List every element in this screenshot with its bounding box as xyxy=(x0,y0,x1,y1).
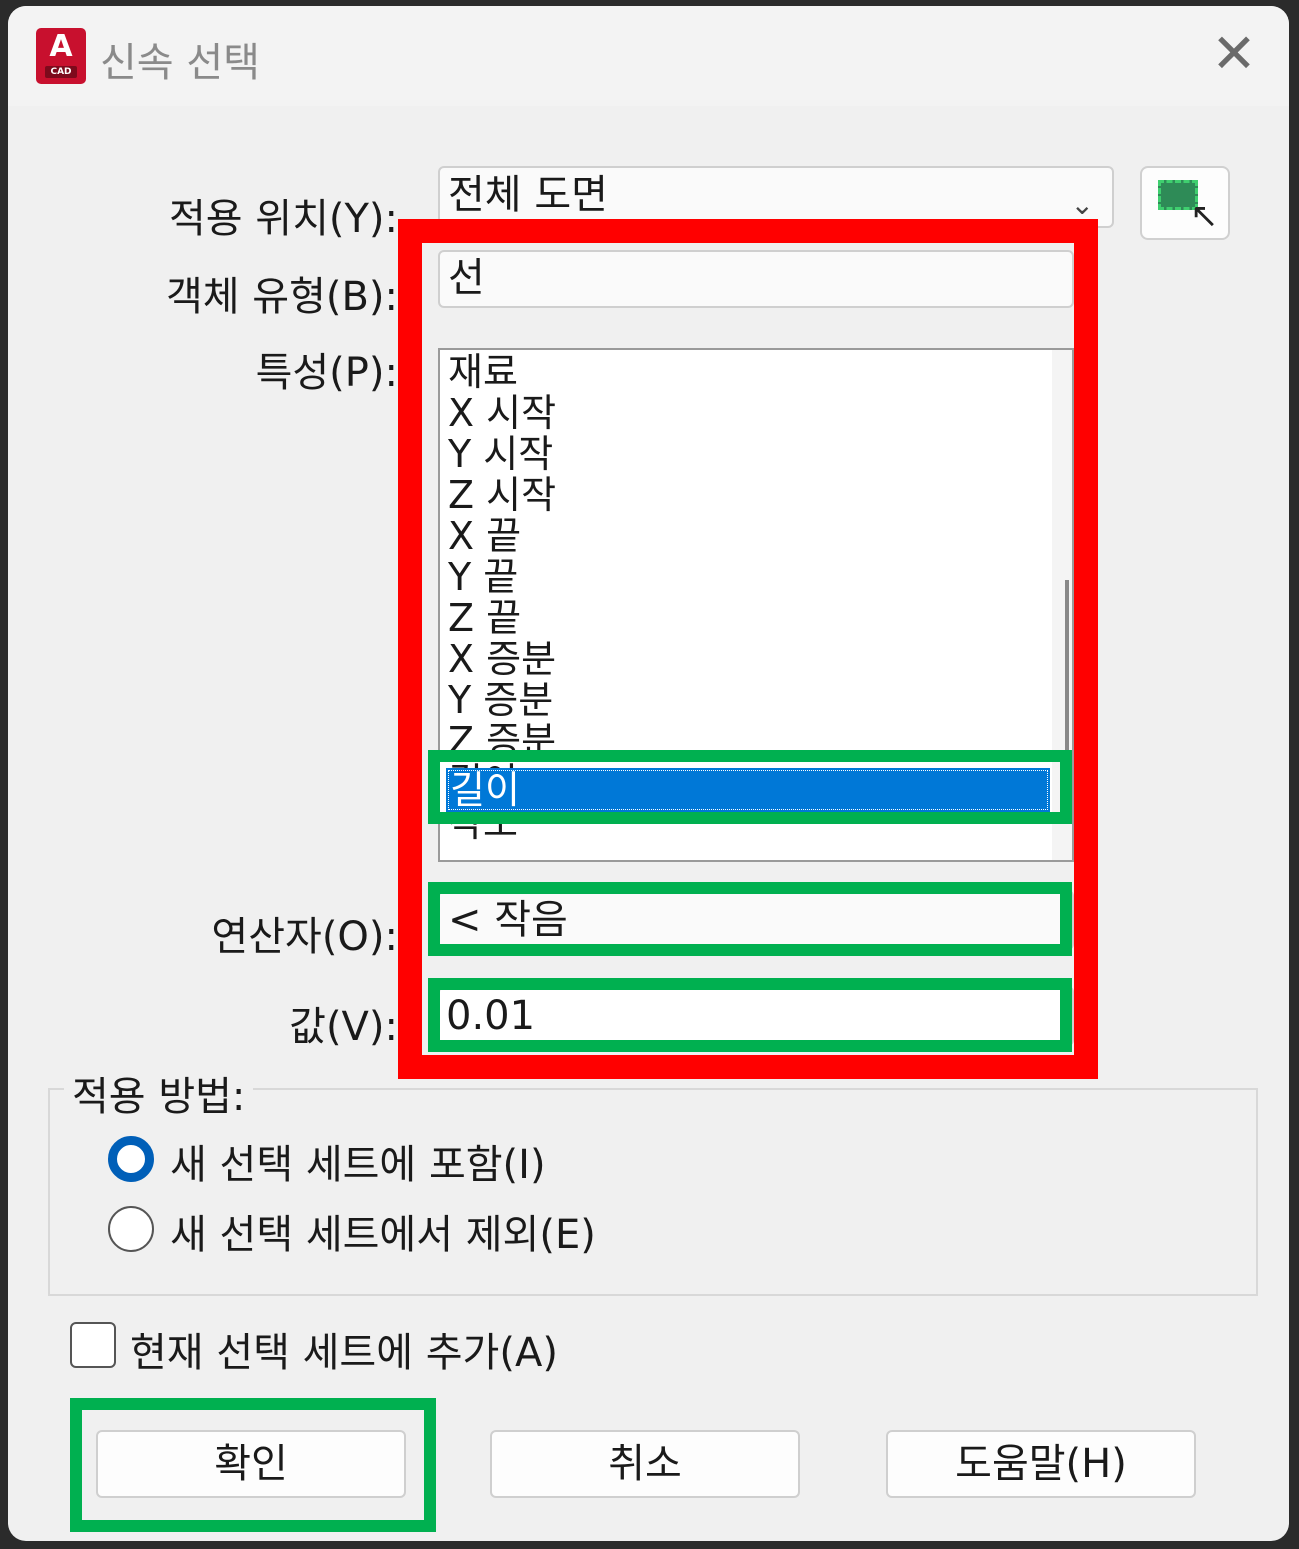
include-radio[interactable] xyxy=(108,1136,154,1182)
object-type-label: 객체 유형(B): xyxy=(165,274,398,320)
append-checkbox[interactable] xyxy=(70,1322,116,1368)
autocad-app-icon: A CAD xyxy=(36,28,86,84)
green-highlight-operator xyxy=(428,882,1072,956)
help-button[interactable]: 도움말(H) xyxy=(886,1430,1196,1498)
exclude-radio-label[interactable]: 새 선택 세트에서 제외(E) xyxy=(170,1202,596,1260)
apply-to-label: 적용 위치(Y): xyxy=(168,196,398,242)
green-highlight-value xyxy=(428,978,1072,1052)
close-icon[interactable]: ✕ xyxy=(1206,26,1262,82)
exclude-radio[interactable] xyxy=(108,1206,154,1252)
cursor-arrow-icon: ↖ xyxy=(1190,196,1219,236)
operator-label: 연산자(O): xyxy=(211,914,398,960)
green-highlight-selected-item xyxy=(428,750,1072,824)
apply-to-value: 전체 도면 xyxy=(448,172,608,218)
properties-label: 특성(P): xyxy=(255,350,398,396)
value-label: 값(V): xyxy=(289,1004,398,1050)
quick-select-dialog: A CAD 신속 선택 ✕ 적용 위치(Y): 전체 도면 ⌄ ↖ 객체 유형(… xyxy=(8,6,1289,1541)
how-to-apply-title: 적용 방법: xyxy=(64,1064,254,1122)
append-checkbox-label[interactable]: 현재 선택 세트에 추가(A) xyxy=(130,1320,558,1378)
green-highlight-ok xyxy=(70,1398,436,1532)
dialog-title: 신속 선택 xyxy=(100,40,260,86)
cancel-button[interactable]: 취소 xyxy=(490,1430,800,1498)
select-objects-button[interactable]: ↖ xyxy=(1140,166,1230,240)
title-bar: A CAD 신속 선택 ✕ xyxy=(8,6,1289,106)
include-radio-label[interactable]: 새 선택 세트에 포함(I) xyxy=(170,1132,546,1190)
